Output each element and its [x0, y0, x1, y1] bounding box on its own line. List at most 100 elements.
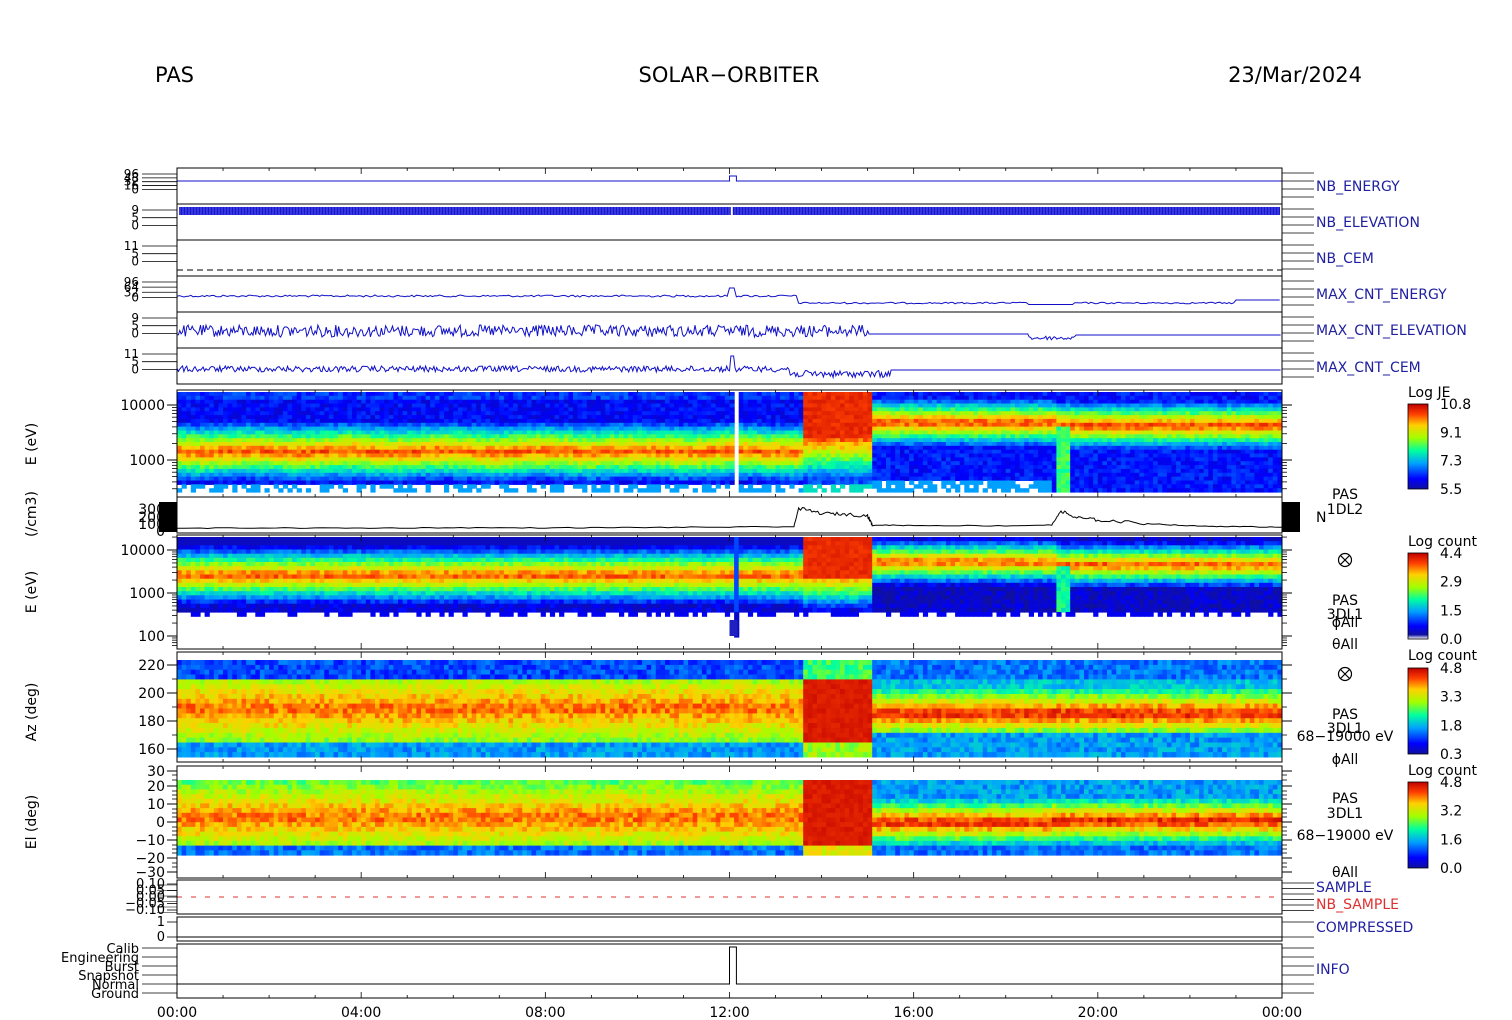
energy-spectrogram-1dl2-cell	[1015, 468, 1021, 474]
energy-spectrogram-1dl2-cell	[305, 434, 312, 439]
energy-spectrogram-1dl2-cell	[844, 407, 850, 412]
energy-spectrogram-1dl2-cell	[246, 415, 252, 420]
energy-spectrogram-1dl2-cell	[218, 438, 224, 443]
energy-spectrogram-1dl2-cell	[259, 403, 266, 408]
energy-spectrogram-1dl2-cell	[503, 488, 510, 493]
energy-spectrogram-1dl2-cell	[559, 442, 565, 447]
energy-spectrogram-1dl2-cell	[499, 472, 505, 478]
energy-spectrogram-1dl2-cell	[973, 411, 979, 416]
energy-spectrogram-1dl2-cell	[246, 392, 252, 397]
energy-spectrogram-1dl2-cell	[324, 418, 330, 424]
energy-spectrogram-1dl2-cell	[619, 392, 625, 397]
energy-spectrogram-1dl2-cell	[950, 434, 956, 439]
energy-spectrogram-1dl2-cell	[434, 411, 440, 416]
energy-spectrogram-1dl2-cell	[821, 461, 827, 466]
energy-spectrogram-1dl2-cell	[573, 457, 579, 462]
energy-spectrogram-1dl2-cell	[812, 461, 818, 466]
energy-spectrogram-1dl2-cell	[840, 461, 846, 466]
energy-spectrogram-1dl2-cell	[665, 407, 671, 412]
energy-spectrogram-1dl2-cell	[747, 422, 754, 428]
energy-spectrogram-1dl2-cell	[632, 438, 638, 443]
energy-spectrogram-1dl2-cell	[342, 403, 348, 408]
energy-spectrogram-1dl2-cell	[1005, 395, 1011, 401]
energy-spectrogram-1dl2-cell	[978, 434, 984, 439]
energy-spectrogram-1dl2-cell	[932, 476, 938, 481]
energy-spectrogram-1dl2-cell	[886, 468, 892, 474]
energy-spectrogram-1dl2-cell	[490, 472, 496, 478]
energy-spectrogram-1dl2-cell	[807, 411, 813, 416]
energy-spectrogram-1dl2-cell	[738, 476, 744, 481]
energy-spectrogram-1dl2-cell	[250, 438, 256, 443]
energy-spectrogram-1dl2-cell	[876, 438, 882, 443]
energy-spectrogram-1dl2-cell	[384, 418, 390, 424]
energy-spectrogram-1dl2-cell	[798, 399, 804, 405]
energy-spectrogram-1dl2-cell	[991, 449, 998, 455]
energy-spectrogram-1dl2-cell	[932, 434, 938, 439]
energy-spectrogram-1dl2-cell	[715, 415, 721, 420]
energy-spectrogram-1dl2-cell	[416, 453, 422, 458]
energy-spectrogram-1dl2-cell	[605, 411, 611, 416]
energy-spectrogram-1dl2-cell	[950, 418, 956, 424]
energy-spectrogram-1dl2-cell	[457, 438, 464, 443]
energy-spectrogram-1dl2-cell	[895, 449, 901, 455]
energy-spectrogram-1dl2-cell	[660, 457, 666, 462]
energy-spectrogram-1dl2-cell	[342, 461, 348, 466]
energy-spectrogram-1dl2-cell	[766, 434, 772, 439]
energy-spectrogram-1dl2-cell	[591, 399, 597, 405]
energy-spectrogram-1dl2-cell	[448, 465, 454, 470]
energy-spectrogram-1dl2-cell	[305, 476, 312, 481]
energy-spectrogram-1dl2-cell	[761, 476, 767, 481]
energy-spectrogram-1dl2-cell	[881, 399, 887, 405]
energy-spectrogram-1dl2-cell	[190, 411, 196, 416]
energy-spectrogram-1dl2-cell	[259, 457, 266, 462]
energy-spectrogram-1dl2-cell	[1015, 461, 1021, 466]
energy-spectrogram-1dl2-cell	[752, 434, 758, 439]
energy-spectrogram-1dl2-cell	[522, 445, 528, 451]
energy-spectrogram-1dl2-cell	[674, 426, 680, 431]
energy-spectrogram-1dl2-cell	[269, 422, 275, 428]
energy-spectrogram-1dl2-cell	[853, 449, 859, 455]
energy-spectrogram-1dl2-cell	[757, 411, 763, 416]
energy-spectrogram-1dl2-cell	[448, 438, 454, 443]
energy-spectrogram-1dl2-cell	[660, 480, 666, 485]
energy-spectrogram-1dl2-cell	[490, 392, 496, 397]
energy-spectrogram-1dl2-cell	[315, 430, 321, 435]
energy-spectrogram-1dl2-cell	[301, 418, 307, 424]
energy-spectrogram-1dl2-cell	[241, 457, 247, 462]
energy-spectrogram-1dl2-cell	[453, 472, 459, 478]
energy-spectrogram-1dl2-cell	[849, 399, 855, 405]
energy-spectrogram-1dl2-cell	[867, 465, 873, 470]
energy-spectrogram-1dl2-cell	[467, 488, 473, 493]
energy-spectrogram-1dl2-cell	[223, 403, 229, 408]
energy-spectrogram-1dl2-cell	[637, 488, 643, 493]
energy-spectrogram-1dl2-cell	[794, 445, 800, 451]
energy-spectrogram-1dl2-cell	[259, 422, 266, 428]
energy-spectrogram-1dl2-cell	[955, 468, 961, 474]
energy-spectrogram-1dl2-cell	[181, 430, 187, 435]
energy-spectrogram-1dl2-cell	[361, 392, 367, 397]
energy-spectrogram-1dl2-cell	[743, 465, 749, 470]
energy-spectrogram-1dl2-cell	[296, 418, 302, 424]
energy-spectrogram-1dl2-cell	[784, 472, 790, 478]
energy-spectrogram-1dl2-cell	[554, 445, 560, 451]
energy-spectrogram-1dl2-cell	[899, 484, 906, 489]
energy-spectrogram-1dl2-cell	[609, 465, 615, 470]
energy-spectrogram-1dl2-cell	[968, 480, 975, 485]
energy-spectrogram-1dl2-cell	[209, 411, 215, 416]
energy-spectrogram-1dl2-cell	[623, 399, 629, 405]
energy-spectrogram-1dl2-cell	[909, 453, 915, 458]
energy-spectrogram-1dl2-cell	[752, 445, 758, 451]
energy-spectrogram-1dl2-cell	[305, 442, 312, 447]
energy-spectrogram-1dl2-cell	[706, 445, 712, 451]
energy-spectrogram-1dl2-cell	[978, 392, 984, 397]
energy-spectrogram-1dl2-cell	[582, 395, 588, 401]
energy-spectrogram-1dl2-cell	[573, 403, 579, 408]
energy-spectrogram-1dl2-cell	[807, 484, 813, 489]
energy-spectrogram-1dl2-cell	[471, 392, 477, 397]
energy-spectrogram-1dl2-cell	[614, 472, 620, 478]
energy-spectrogram-1dl2-cell	[619, 395, 625, 401]
energy-spectrogram-1dl2-cell	[333, 392, 339, 397]
energy-spectrogram-1dl2-cell	[830, 457, 836, 462]
energy-spectrogram-1dl2-cell	[821, 438, 827, 443]
energy-spectrogram-1dl2-cell	[577, 434, 583, 439]
